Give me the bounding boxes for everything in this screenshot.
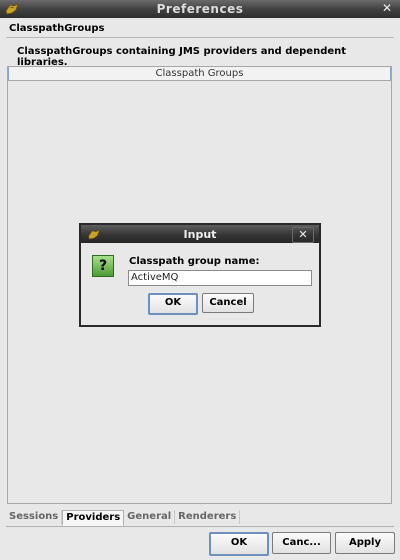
tab-general[interactable]: General [124, 510, 176, 524]
window-title: Preferences [156, 2, 244, 16]
window-titlebar: Preferences ✕ [0, 0, 400, 18]
apply-button[interactable]: Apply [335, 532, 395, 554]
dialog-titlebar: Input ✕ [81, 225, 319, 243]
column-header-classpath-groups[interactable]: Classpath Groups [8, 67, 391, 81]
dialog-title: Input [183, 228, 217, 241]
dialog-ok-button[interactable]: OK [148, 293, 198, 315]
tab-providers[interactable]: Providers [62, 510, 125, 526]
section-divider [6, 37, 394, 38]
preferences-tabs: Sessions Providers General Renderers [6, 510, 394, 527]
section-title: ClasspathGroups [9, 23, 105, 34]
dialog-close-icon[interactable]: ✕ [292, 227, 314, 243]
question-icon: ? [92, 255, 114, 277]
section-description: ClasspathGroups containing JMS providers… [17, 46, 347, 68]
dialog-cancel-button[interactable]: Cancel [202, 293, 254, 313]
classpath-group-name-label: Classpath group name: [129, 256, 260, 267]
cancel-button[interactable]: Canc... [272, 532, 331, 554]
tab-renderers[interactable]: Renderers [175, 510, 241, 524]
ok-button[interactable]: OK [209, 532, 269, 556]
tab-sessions[interactable]: Sessions [6, 510, 63, 524]
input-dialog: Input ✕ ? Classpath group name: OK Cance… [79, 223, 321, 327]
classpath-group-name-input[interactable] [128, 270, 312, 286]
close-icon[interactable]: ✕ [379, 1, 395, 16]
